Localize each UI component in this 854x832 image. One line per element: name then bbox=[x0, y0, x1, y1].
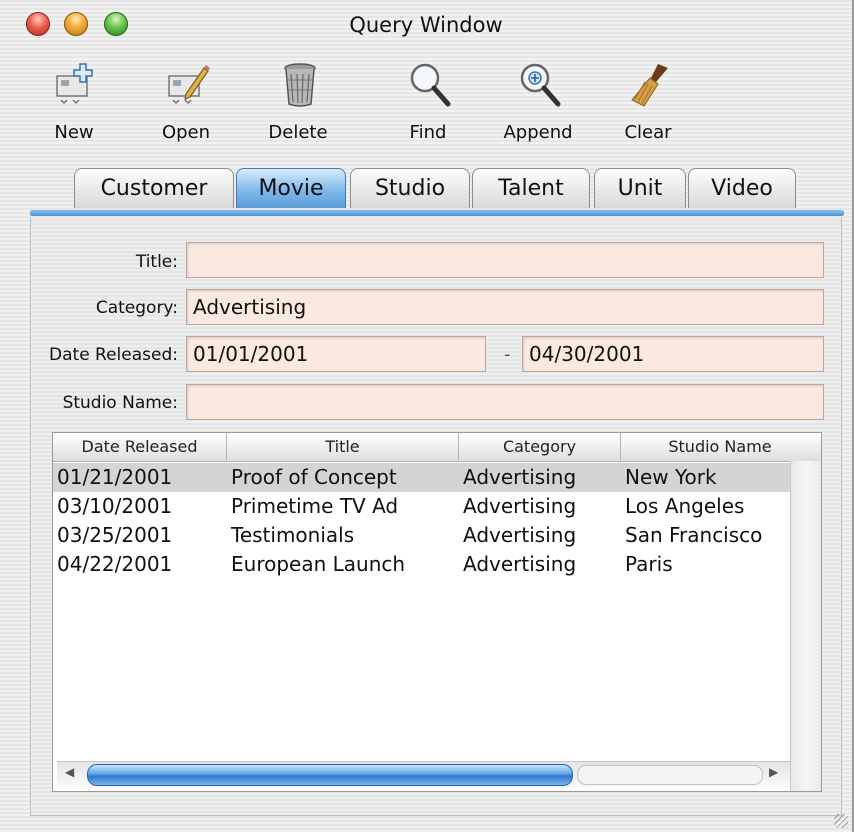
studio-name-input[interactable] bbox=[186, 384, 824, 420]
column-header-category[interactable]: Category bbox=[459, 433, 621, 461]
magnifier-icon bbox=[410, 63, 451, 107]
broom-icon bbox=[631, 64, 668, 107]
resize-grip-icon[interactable] bbox=[834, 814, 848, 828]
find-button-label: Find bbox=[409, 122, 447, 143]
date-range-separator: - bbox=[504, 344, 511, 365]
studio-name-label: Studio Name: bbox=[62, 393, 178, 413]
tab-unit[interactable]: Unit bbox=[594, 168, 686, 208]
find-button[interactable]: Find bbox=[378, 58, 478, 148]
tab-bar: Customer Movie Studio Talent Unit Video bbox=[0, 168, 852, 212]
cell-title: Testimonials bbox=[231, 523, 355, 547]
column-header-title[interactable]: Title bbox=[227, 433, 459, 461]
open-button-label: Open bbox=[161, 122, 211, 143]
tab-studio[interactable]: Studio bbox=[350, 168, 470, 208]
cell-studio-name: Paris bbox=[625, 552, 673, 576]
tab-movie[interactable]: Movie bbox=[236, 168, 346, 208]
category-label: Category: bbox=[95, 298, 178, 318]
cell-title: Proof of Concept bbox=[231, 465, 397, 489]
cell-category: Advertising bbox=[463, 465, 577, 489]
cell-studio-name: New York bbox=[625, 465, 717, 489]
tab-talent[interactable]: Talent bbox=[472, 168, 590, 208]
scroll-track[interactable] bbox=[577, 765, 763, 785]
table-row[interactable]: 03/10/2001 Primetime TV Ad Advertising L… bbox=[53, 492, 790, 521]
date-from-input[interactable] bbox=[186, 336, 486, 372]
cell-category: Advertising bbox=[463, 552, 577, 576]
tab-underline bbox=[30, 210, 844, 216]
open-button[interactable]: Open bbox=[136, 58, 236, 148]
query-window: Query Window New Open Delete Find Append… bbox=[0, 0, 854, 832]
title-label: Title: bbox=[135, 252, 178, 272]
cell-category: Advertising bbox=[463, 494, 577, 518]
cell-date-released: 04/22/2001 bbox=[57, 552, 173, 576]
date-to-input[interactable] bbox=[522, 336, 824, 372]
magnifier-plus-icon bbox=[520, 63, 561, 107]
horizontal-scrollbar[interactable]: ◀ ▶ bbox=[57, 761, 790, 788]
window-title: Query Window bbox=[349, 13, 503, 37]
title-input[interactable] bbox=[186, 242, 824, 278]
tab-video[interactable]: Video bbox=[688, 168, 796, 208]
new-button-label: New bbox=[54, 122, 94, 143]
cell-date-released: 03/25/2001 bbox=[57, 523, 173, 547]
delete-button[interactable]: Delete bbox=[248, 58, 348, 148]
new-record-icon bbox=[56, 63, 93, 105]
new-button[interactable]: New bbox=[24, 58, 124, 148]
table-row[interactable]: 01/21/2001 Proof of Concept Advertising … bbox=[53, 463, 790, 492]
clear-button-label: Clear bbox=[624, 122, 672, 143]
cell-title: European Launch bbox=[231, 552, 406, 576]
append-button-label: Append bbox=[503, 122, 573, 143]
vertical-scrollbar[interactable] bbox=[790, 461, 821, 791]
column-header-date-released[interactable]: Date Released bbox=[53, 433, 227, 461]
title-bar[interactable]: Query Window bbox=[0, 0, 852, 50]
table-row[interactable]: 03/25/2001 Testimonials Advertising San … bbox=[53, 521, 790, 550]
clear-button[interactable]: Clear bbox=[598, 58, 698, 148]
cell-studio-name: Los Angeles bbox=[625, 494, 745, 518]
table-header: Date Released Title Category Studio Name bbox=[53, 433, 821, 462]
cell-date-released: 01/21/2001 bbox=[57, 465, 173, 489]
edit-record-icon bbox=[168, 65, 210, 105]
append-button[interactable]: Append bbox=[488, 58, 588, 148]
cell-date-released: 03/10/2001 bbox=[57, 494, 173, 518]
date-released-label: Date Released: bbox=[49, 345, 178, 365]
category-input[interactable] bbox=[186, 289, 824, 325]
horizontal-scroll-thumb[interactable] bbox=[87, 764, 573, 786]
results-table[interactable]: Date Released Title Category Studio Name… bbox=[52, 432, 822, 792]
delete-button-label: Delete bbox=[268, 122, 328, 143]
column-header-studio-name[interactable]: Studio Name bbox=[621, 433, 819, 461]
cell-title: Primetime TV Ad bbox=[231, 494, 399, 518]
table-row[interactable]: 04/22/2001 European Launch Advertising P… bbox=[53, 550, 790, 579]
trash-icon bbox=[284, 63, 316, 107]
cell-studio-name: San Francisco bbox=[625, 523, 763, 547]
scroll-right-arrow-icon[interactable]: ▶ bbox=[769, 765, 778, 779]
cell-category: Advertising bbox=[463, 523, 577, 547]
scroll-left-arrow-icon[interactable]: ◀ bbox=[65, 765, 74, 779]
tab-customer[interactable]: Customer bbox=[74, 168, 234, 208]
